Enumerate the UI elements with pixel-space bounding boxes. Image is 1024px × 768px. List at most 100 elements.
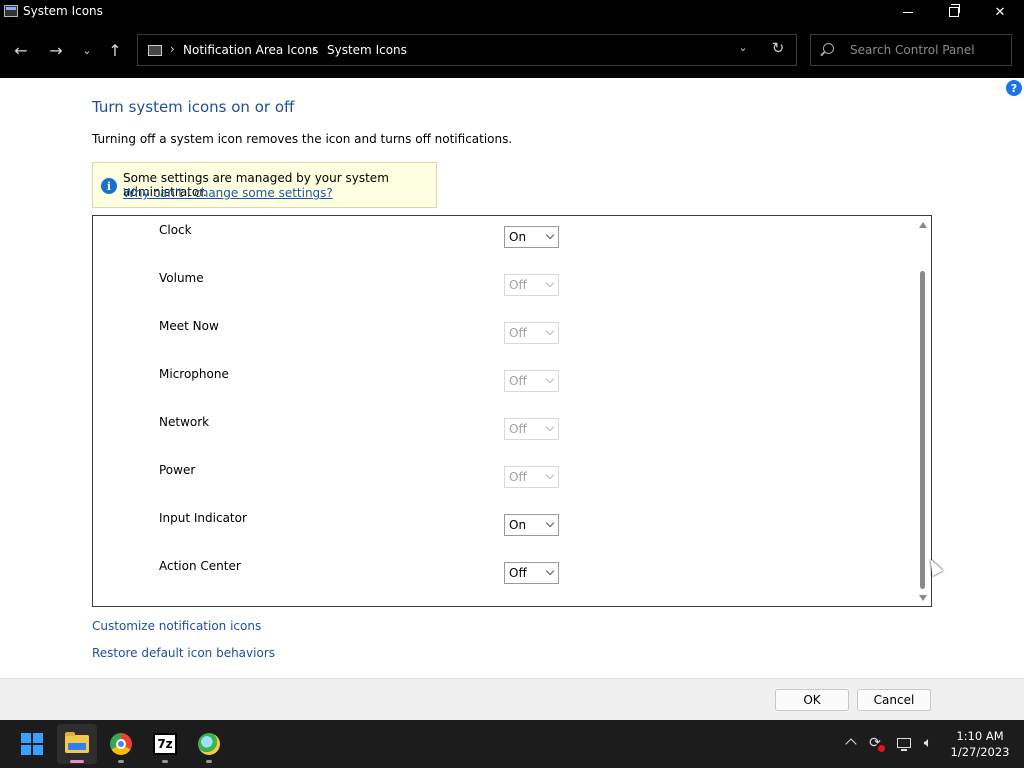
title-bar: System Icons ✕ [0,0,1024,24]
address-bar[interactable]: › Notification Area Icons › System Icons… [137,34,797,66]
help-icon[interactable]: ? [1006,80,1022,96]
address-dropdown-button[interactable]: ⌄ [734,41,752,54]
info-icon: i [101,178,117,194]
refresh-icon: ↻ [771,39,785,57]
control-panel-icon [198,733,220,755]
restore-button[interactable] [931,0,977,24]
arrow-right-icon: → [49,40,63,60]
input-indicator-label: Input Indicator [159,511,247,525]
volume-label: Volume [159,271,204,285]
scroll-down-icon[interactable] [919,595,927,601]
list-scrollbar[interactable] [916,217,930,605]
up-button[interactable]: ↑ [103,38,127,62]
network-icon[interactable] [895,734,913,752]
sync-icon[interactable]: ⟳ [866,734,885,752]
breadcrumb-notification-area-icons[interactable]: Notification Area Icons [183,43,318,57]
why-cant-i-change-link[interactable]: Why can't I change some settings? [123,186,333,200]
recent-locations-button[interactable]: ⌄ [75,38,99,62]
show-hidden-icons-button[interactable] [845,736,857,748]
chevron-down-icon [546,376,554,384]
scroll-up-icon[interactable] [919,222,927,228]
arrow-up-icon: ↑ [108,40,122,60]
restore-icon [949,4,960,17]
breadcrumb-separator-icon[interactable]: › [312,42,317,56]
folder-icon [65,732,89,753]
power-behavior-value: Off [509,470,527,484]
microphone-behavior-select: Off [504,370,559,392]
meet-now-behavior-select: Off [504,322,559,344]
forward-button[interactable]: → [44,38,68,62]
start-button[interactable] [12,724,52,764]
clock-behavior-value: On [509,230,527,244]
running-indicator [162,760,168,763]
running-indicator [206,760,212,763]
taskbar-file-explorer[interactable] [57,724,97,764]
action-center-label: Action Center [159,559,241,573]
network-label: Network [159,415,210,429]
close-button[interactable]: ✕ [977,0,1023,24]
ok-button[interactable]: OK [775,689,849,711]
taskbar-clock[interactable]: 1:10 AM 1/27/2023 [945,728,1015,760]
window-title: System Icons [23,4,103,18]
breadcrumb-separator-icon[interactable]: › [170,42,175,56]
chevron-down-icon [546,568,554,576]
chevron-down-icon [546,280,554,288]
arrow-left-icon: ← [14,40,28,60]
volume-icon[interactable]: 🔈︎ [919,734,937,752]
system-icons-list: Clock On Volume Off Meet Now Off Microph… [92,215,932,607]
clock-behavior-select[interactable]: On [504,226,559,248]
input-indicator-behavior-select[interactable]: On [504,514,559,536]
cancel-button[interactable]: Cancel [857,689,931,711]
chevron-down-icon [546,520,554,528]
chevron-down-icon [546,232,554,240]
network-behavior-value: Off [509,422,527,436]
admin-notice: i Some settings are managed by your syst… [92,162,437,208]
dialog-footer: OK Cancel [0,678,1024,720]
chevron-down-icon [546,424,554,432]
navigation-bar: ← → ⌄ ↑ › Notification Area Icons › Syst… [0,24,1024,78]
alert-badge [878,745,885,752]
scrollbar-thumb[interactable] [920,271,925,589]
page-title: Turn system icons on or off [92,98,295,116]
control-panel-icon [148,45,162,56]
back-button[interactable]: ← [9,38,33,62]
input-indicator-behavior-value: On [509,518,527,532]
chevron-down-icon [546,328,554,336]
page-description: Turning off a system icon removes the ic… [92,132,513,146]
running-indicator [118,760,124,763]
power-behavior-select: Off [504,466,559,488]
taskbar-chrome[interactable] [101,724,141,764]
minimize-button[interactable] [885,0,931,24]
clock-label: Clock [159,223,192,237]
running-indicator [70,760,84,763]
clock-date: 1/27/2023 [950,745,1010,759]
refresh-button[interactable]: ↻ [768,39,788,57]
taskbar-control-panel[interactable] [189,724,229,764]
search-icon [823,43,834,54]
power-label: Power [159,463,196,477]
monitor-icon [897,738,911,751]
action-center-behavior-select[interactable]: Off [504,562,559,584]
chevron-down-icon [546,472,554,480]
meet-now-behavior-value: Off [509,326,527,340]
7zip-icon: 7z [153,733,177,755]
minimize-icon [903,11,913,13]
breadcrumb-system-icons[interactable]: System Icons [327,43,407,57]
windows-logo-icon [21,733,43,755]
close-icon: ✕ [994,4,1006,20]
volume-behavior-select: Off [504,274,559,296]
search-box[interactable] [810,34,1012,66]
customize-notification-icons-link[interactable]: Customize notification icons [92,619,261,633]
action-center-behavior-value: Off [509,566,527,580]
network-behavior-select: Off [504,418,559,440]
volume-behavior-value: Off [509,278,527,292]
control-panel-icon [4,5,18,17]
meet-now-label: Meet Now [159,319,219,333]
taskbar-7zip[interactable]: 7z [145,724,185,764]
chevron-down-icon: ⌄ [82,43,92,57]
microphone-label: Microphone [159,367,229,381]
microphone-behavior-value: Off [509,374,527,388]
search-input[interactable] [850,42,1005,58]
restore-default-icon-behaviors-link[interactable]: Restore default icon behaviors [92,646,275,660]
clock-time: 1:10 AM [956,729,1004,743]
